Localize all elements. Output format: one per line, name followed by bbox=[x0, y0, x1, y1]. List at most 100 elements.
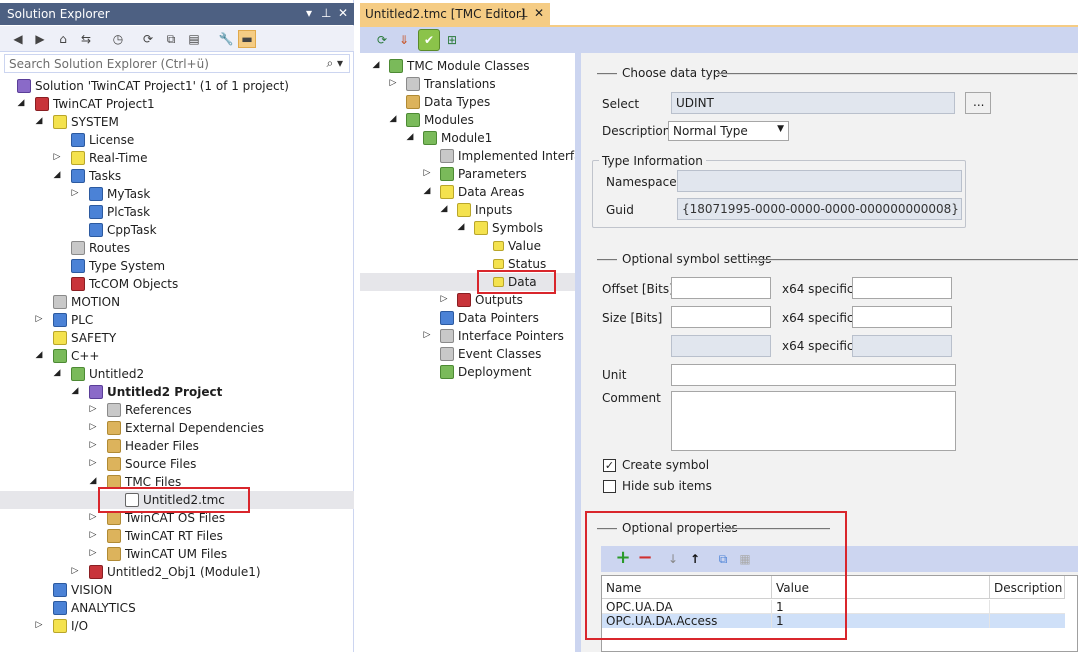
offset-field[interactable] bbox=[671, 277, 771, 299]
tmc-item-value[interactable]: Value bbox=[493, 237, 541, 255]
collapse-all-icon[interactable]: ⧉ bbox=[163, 31, 179, 47]
tmc-item-module1[interactable]: Module1 bbox=[423, 129, 492, 147]
home-icon[interactable]: ⌂ bbox=[55, 31, 71, 47]
collapsed-icon[interactable]: ▷ bbox=[34, 314, 44, 324]
collapsed-icon[interactable]: ▷ bbox=[70, 566, 80, 576]
forward-icon[interactable]: ▶ bbox=[32, 31, 48, 47]
browse-button[interactable]: ... bbox=[965, 92, 991, 114]
tree-item-plctask[interactable]: PlcTask bbox=[89, 203, 150, 221]
tmc-item-data-pointers[interactable]: Data Pointers bbox=[440, 309, 539, 327]
back-icon[interactable]: ◀ bbox=[10, 31, 26, 47]
hide-sub-items-checkbox[interactable] bbox=[603, 480, 616, 493]
properties-icon[interactable]: 🔧 bbox=[218, 31, 234, 47]
namespace-field[interactable] bbox=[677, 170, 962, 192]
pin-icon[interactable]: ⊥ bbox=[321, 6, 331, 20]
tmc-item-translations[interactable]: Translations bbox=[406, 75, 496, 93]
tmc-item-parameters[interactable]: Parameters bbox=[440, 165, 527, 183]
collapsed-icon[interactable]: ▷ bbox=[88, 530, 98, 540]
collapsed-icon[interactable]: ▷ bbox=[88, 422, 98, 432]
pin-icon[interactable]: ⊥ bbox=[518, 6, 528, 20]
preview-icon[interactable]: ▬ bbox=[238, 30, 256, 48]
check-icon[interactable]: ✔ bbox=[418, 29, 440, 51]
expanded-icon[interactable]: ◢ bbox=[405, 132, 415, 142]
tree-item-header-files[interactable]: Header Files bbox=[107, 437, 199, 455]
tmc-item-event-classes[interactable]: Event Classes bbox=[440, 345, 541, 363]
expanded-icon[interactable]: ◢ bbox=[371, 60, 381, 70]
tree-item-cpptask[interactable]: CppTask bbox=[89, 221, 157, 239]
tree-item-plc[interactable]: PLC bbox=[53, 311, 93, 329]
expanded-icon[interactable]: ◢ bbox=[456, 222, 466, 232]
collapsed-icon[interactable]: ▷ bbox=[88, 440, 98, 450]
tree-item-real-time[interactable]: Real-Time bbox=[71, 149, 147, 167]
expanded-icon[interactable]: ◢ bbox=[88, 476, 98, 486]
size-x64-field[interactable] bbox=[852, 306, 952, 328]
expanded-icon[interactable]: ◢ bbox=[388, 114, 398, 124]
select-field[interactable]: UDINT bbox=[671, 92, 955, 114]
tree-item-system[interactable]: SYSTEM bbox=[53, 113, 119, 131]
switch-views-icon[interactable]: ⇆ bbox=[78, 31, 94, 47]
tree-item-vision[interactable]: VISION bbox=[53, 581, 112, 599]
size-field[interactable] bbox=[671, 306, 771, 328]
expanded-icon[interactable]: ◢ bbox=[34, 116, 44, 126]
tree-item-source-files[interactable]: Source Files bbox=[107, 455, 196, 473]
pending-changes-icon[interactable]: ◷ bbox=[110, 31, 126, 47]
tree-item-references[interactable]: References bbox=[107, 401, 192, 419]
collapsed-icon[interactable]: ▷ bbox=[388, 78, 398, 88]
tree-item-solution[interactable]: Solution 'TwinCAT Project1' (1 of 1 proj… bbox=[17, 77, 289, 95]
collapsed-icon[interactable]: ▷ bbox=[422, 168, 432, 178]
tree-item-license[interactable]: License bbox=[71, 131, 134, 149]
expanded-icon[interactable]: ◢ bbox=[439, 204, 449, 214]
column-header-description[interactable]: Description bbox=[990, 576, 1065, 599]
tree-item-untitled2[interactable]: Untitled2 bbox=[71, 365, 144, 383]
tmc-item-data-areas[interactable]: Data Areas bbox=[440, 183, 524, 201]
tree-item-io[interactable]: I/O bbox=[53, 617, 88, 635]
close-icon[interactable]: ✕ bbox=[534, 6, 544, 20]
tmc-item-data-types[interactable]: Data Types bbox=[406, 93, 490, 111]
search-icon[interactable]: ⌕ ▾ bbox=[326, 56, 343, 71]
tmc-item-deployment[interactable]: Deployment bbox=[440, 363, 531, 381]
tree-item-external-dependencies[interactable]: External Dependencies bbox=[107, 419, 264, 437]
search-input[interactable]: Search Solution Explorer (Ctrl+ü) ⌕ ▾ bbox=[4, 54, 350, 73]
description-select[interactable]: Normal Type ▼ bbox=[668, 121, 789, 141]
tree-item-analytics[interactable]: ANALYTICS bbox=[53, 599, 136, 617]
close-icon[interactable]: ✕ bbox=[338, 6, 348, 20]
tmc-item-inputs[interactable]: Inputs bbox=[457, 201, 512, 219]
refresh-icon[interactable]: ⟳ bbox=[374, 32, 390, 48]
tree-item-motion[interactable]: MOTION bbox=[53, 293, 120, 311]
tree-item-tasks[interactable]: Tasks bbox=[71, 167, 121, 185]
expanded-icon[interactable]: ◢ bbox=[422, 186, 432, 196]
offset-x64-field[interactable] bbox=[852, 277, 952, 299]
tree-item-routes[interactable]: Routes bbox=[71, 239, 130, 257]
guid-field[interactable]: {18071995-0000-0000-0000-000000000008} bbox=[677, 198, 962, 220]
collapsed-icon[interactable]: ▷ bbox=[88, 458, 98, 468]
tree-item-twincat-rt-files[interactable]: TwinCAT RT Files bbox=[107, 527, 223, 545]
collapsed-icon[interactable]: ▷ bbox=[88, 512, 98, 522]
tree-item-untitled2-project[interactable]: Untitled2 Project bbox=[89, 383, 222, 401]
tree-item-type-system[interactable]: Type System bbox=[71, 257, 165, 275]
tmc-item-symbols[interactable]: Symbols bbox=[474, 219, 543, 237]
collapsed-icon[interactable]: ▷ bbox=[88, 404, 98, 414]
show-all-files-icon[interactable]: ▤ bbox=[186, 31, 202, 47]
expanded-icon[interactable]: ◢ bbox=[34, 350, 44, 360]
tmc-item-tmc-module-classes[interactable]: TMC Module Classes bbox=[389, 57, 530, 75]
comment-field[interactable] bbox=[671, 391, 956, 451]
tree-item-untitled2-obj1[interactable]: Untitled2_Obj1 (Module1) bbox=[89, 563, 261, 581]
collapsed-icon[interactable]: ▷ bbox=[422, 330, 432, 340]
expanded-icon[interactable]: ◢ bbox=[52, 368, 62, 378]
tree-item-twincat-um-files[interactable]: TwinCAT UM Files bbox=[107, 545, 227, 563]
tree-item-tcom-objects[interactable]: TcCOM Objects bbox=[71, 275, 178, 293]
collapsed-icon[interactable]: ▷ bbox=[52, 152, 62, 162]
collapsed-icon[interactable]: ▷ bbox=[439, 294, 449, 304]
tab-tmc-editor[interactable]: Untitled2.tmc [TMC Editor] ⊥ ✕ bbox=[360, 3, 550, 25]
tree-item-cpp[interactable]: C++ bbox=[53, 347, 100, 365]
dropdown-icon[interactable]: ▾ bbox=[306, 6, 312, 20]
deploy-icon[interactable]: ⊞ bbox=[444, 32, 460, 48]
expanded-icon[interactable]: ◢ bbox=[52, 170, 62, 180]
create-symbol-checkbox[interactable]: ✓ bbox=[603, 459, 616, 472]
unit-field[interactable] bbox=[671, 364, 956, 386]
collapsed-icon[interactable]: ▷ bbox=[70, 188, 80, 198]
sync-icon[interactable]: ⟳ bbox=[140, 31, 156, 47]
tmc-item-interface-pointers[interactable]: Interface Pointers bbox=[440, 327, 564, 345]
tree-item-mytask[interactable]: MyTask bbox=[89, 185, 150, 203]
expanded-icon[interactable]: ◢ bbox=[70, 386, 80, 396]
